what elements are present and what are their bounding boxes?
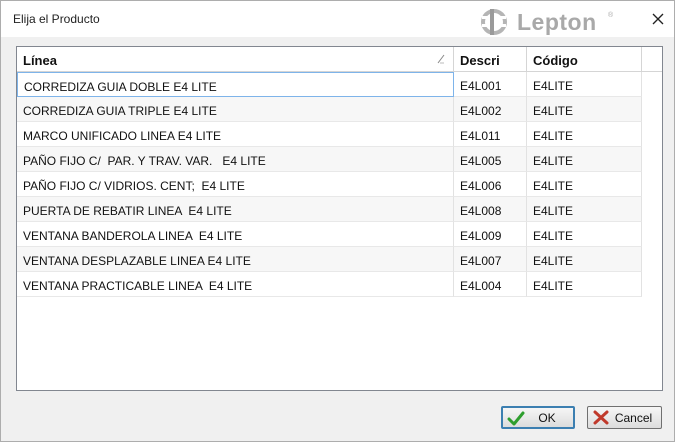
cell-descri[interactable]: E4L005	[454, 147, 527, 172]
lepton-logo-mark-icon	[481, 9, 507, 35]
table-row[interactable]: MARCO UNIFICADO LINEA E4 LITE E4L011 E4L…	[17, 122, 642, 147]
table-row[interactable]: CORREDIZA GUIA DOBLE E4 LITE E4L001 E4LI…	[17, 72, 642, 97]
table-row[interactable]: PAÑO FIJO C/ PAR. Y TRAV. VAR. E4 LITE E…	[17, 147, 642, 172]
cell-descri[interactable]: E4L001	[454, 72, 527, 97]
cell-linea[interactable]: VENTANA DESPLAZABLE LINEA E4 LITE	[17, 247, 454, 272]
cell-descri[interactable]: E4L002	[454, 97, 527, 122]
cell-linea[interactable]: PAÑO FIJO C/ PAR. Y TRAV. VAR. E4 LITE	[17, 147, 454, 172]
table-row[interactable]: PUERTA DE REBATIR LINEA E4 LITE E4L008 E…	[17, 197, 642, 222]
cell-linea[interactable]: CORREDIZA GUIA TRIPLE E4 LITE	[17, 97, 454, 122]
cell-codigo[interactable]: E4LITE	[527, 272, 642, 297]
cell-linea[interactable]: VENTANA PRACTICABLE LINEA E4 LITE	[17, 272, 454, 297]
table-row[interactable]: PAÑO FIJO C/ VIDRIOS. CENT; E4 LITE E4L0…	[17, 172, 642, 197]
dialog-title: Elija el Producto	[13, 12, 100, 26]
header-filler	[642, 47, 662, 71]
cell-descri[interactable]: E4L011	[454, 122, 527, 147]
column-header-label: Descri	[460, 53, 500, 68]
ok-button-label: OK	[538, 410, 556, 425]
cell-linea[interactable]: VENTANA BANDEROLA LINEA E4 LITE	[17, 222, 454, 247]
cell-codigo[interactable]: E4LITE	[527, 97, 642, 122]
sort-indicator-icon	[437, 54, 445, 64]
cell-codigo[interactable]: E4LITE	[527, 147, 642, 172]
cell-linea[interactable]: MARCO UNIFICADO LINEA E4 LITE	[17, 122, 454, 147]
column-header-label: Línea	[23, 53, 57, 68]
cell-codigo[interactable]: E4LITE	[527, 72, 642, 97]
cell-descri[interactable]: E4L007	[454, 247, 527, 272]
cell-codigo[interactable]: E4LITE	[527, 197, 642, 222]
product-selection-dialog: Elija el Producto Lepton ® Línea Descri …	[0, 0, 675, 442]
grid-body: CORREDIZA GUIA DOBLE E4 LITE E4L001 E4LI…	[17, 72, 662, 390]
cell-descri[interactable]: E4L009	[454, 222, 527, 247]
column-header-codigo[interactable]: Código	[527, 47, 642, 71]
grid-header: Línea Descri Código	[17, 47, 662, 72]
cancel-button[interactable]: Cancel	[587, 406, 662, 429]
cell-descri[interactable]: E4L008	[454, 197, 527, 222]
cell-codigo[interactable]: E4LITE	[527, 122, 642, 147]
cell-codigo[interactable]: E4LITE	[527, 247, 642, 272]
cell-linea[interactable]: PAÑO FIJO C/ VIDRIOS. CENT; E4 LITE	[17, 172, 454, 197]
table-row[interactable]: CORREDIZA GUIA TRIPLE E4 LITE E4L002 E4L…	[17, 97, 642, 122]
table-row[interactable]: VENTANA BANDEROLA LINEA E4 LITE E4L009 E…	[17, 222, 642, 247]
cell-codigo[interactable]: E4LITE	[527, 222, 642, 247]
cell-codigo[interactable]: E4LITE	[527, 172, 642, 197]
table-row[interactable]: VENTANA PRACTICABLE LINEA E4 LITE E4L004…	[17, 272, 642, 297]
close-icon	[652, 13, 664, 25]
title-bar: Elija el Producto Lepton ®	[1, 1, 674, 37]
trademark-symbol: ®	[608, 12, 614, 19]
table-row[interactable]: VENTANA DESPLAZABLE LINEA E4 LITE E4L007…	[17, 247, 642, 272]
cell-linea[interactable]: PUERTA DE REBATIR LINEA E4 LITE	[17, 197, 454, 222]
column-header-descri[interactable]: Descri	[454, 47, 527, 71]
column-header-linea[interactable]: Línea	[17, 47, 454, 71]
ok-button[interactable]: OK	[501, 406, 575, 429]
close-button[interactable]	[643, 7, 673, 31]
column-header-label: Código	[533, 53, 578, 68]
lepton-logo-text: Lepton	[517, 9, 597, 35]
lepton-logo: Lepton ®	[479, 6, 629, 36]
cell-descri[interactable]: E4L006	[454, 172, 527, 197]
cancel-button-label: Cancel	[614, 410, 653, 425]
cell-descri[interactable]: E4L004	[454, 272, 527, 297]
cell-linea[interactable]: CORREDIZA GUIA DOBLE E4 LITE	[17, 72, 454, 97]
product-grid[interactable]: Línea Descri Código CORREDIZA GUIA DOBLE…	[16, 46, 663, 391]
